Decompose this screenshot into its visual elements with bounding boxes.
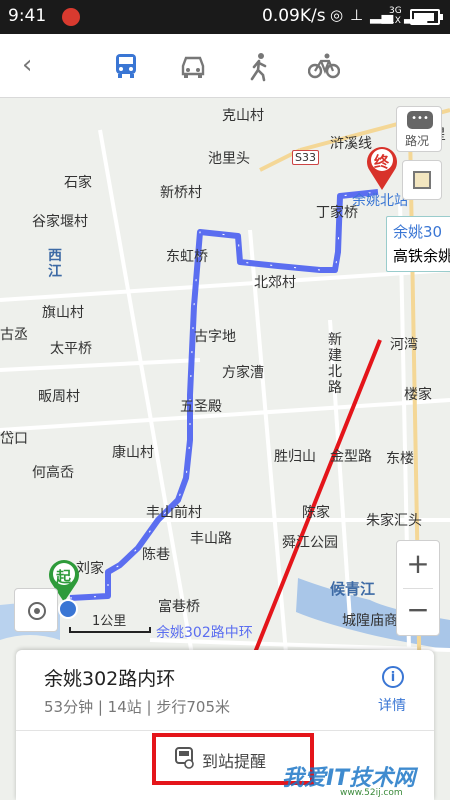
travel-mode-bar: ‹ (0, 34, 450, 98)
place-label: 河湾 (390, 337, 418, 353)
zoom-control: + − (396, 540, 440, 636)
scale-label: 1公里 (92, 614, 127, 629)
watermark-url: www.52ij.com (340, 788, 403, 798)
status-bar: 9:41 0.09K/s ◎ ⊥ ▂▄ 3G1X ▂▄ (0, 0, 450, 34)
place-label: 北郊村 (254, 275, 296, 291)
notification-icon (62, 8, 80, 26)
route-title: 余姚302路内环 (44, 668, 176, 690)
traffic-icon: ••• (407, 111, 433, 129)
road-label: 金型路 (330, 449, 372, 465)
layers-button[interactable] (402, 160, 442, 200)
start-marker-label: 起 (56, 568, 72, 586)
zoom-divider (403, 588, 433, 589)
route-summary: 53分钟 | 14站 | 步行705米 (44, 698, 230, 716)
river-label: 候青江 (330, 580, 376, 598)
place-label: 古丞 (0, 327, 28, 343)
place-label: 东虹桥 (166, 249, 208, 265)
network-type: 3G 1X (389, 6, 402, 26)
zoom-out-button[interactable]: − (397, 593, 439, 626)
divider (16, 730, 434, 731)
car-icon[interactable] (178, 52, 208, 80)
place-label: 新桥村 (160, 185, 202, 201)
road-label: 新建北路 (328, 332, 342, 396)
bus-icon[interactable] (112, 52, 140, 80)
battery-icon (410, 9, 443, 25)
station-popup[interactable]: 余姚30 高铁余姚 (386, 216, 450, 272)
place-label: 谷家堰村 (32, 214, 88, 230)
locate-button[interactable] (14, 588, 58, 632)
route-label: 余姚302路中环 (156, 625, 253, 641)
place-label: 陈家 (302, 505, 330, 521)
highway-shield: S33 (292, 150, 319, 165)
place-label: 五圣殿 (180, 399, 222, 415)
river-label: 西江 (48, 248, 62, 280)
traffic-button[interactable]: ••• 路况 (396, 106, 442, 152)
place-label: 畈周村 (38, 389, 80, 405)
place-label: 岱口 (0, 431, 28, 447)
bike-icon[interactable] (308, 52, 340, 80)
target-icon (28, 602, 46, 620)
walk-icon[interactable] (246, 52, 272, 82)
alarm-icon: ⊥ (350, 6, 364, 24)
place-label: 丰山前村 (146, 505, 202, 521)
place-label: 石家 (64, 175, 92, 191)
place-label: 康山村 (112, 445, 154, 461)
sync-icon: ◎ (330, 6, 344, 24)
my-location-dot (58, 599, 78, 619)
station-label: 余姚北站 (352, 193, 408, 209)
place-label: 池里头 (208, 151, 250, 167)
road-label: 丰山路 (190, 531, 232, 547)
details-link[interactable]: 详情 (378, 695, 406, 715)
layers-icon (413, 171, 431, 189)
place-label: 朱家汇头 (366, 513, 422, 529)
place-label: 富巷桥 (158, 599, 200, 615)
end-marker-label: 终 (374, 153, 390, 171)
place-label: 胜归山 (274, 449, 316, 465)
zoom-in-button[interactable]: + (397, 547, 439, 580)
place-label: 方家漕 (222, 365, 264, 381)
place-label: 东楼 (386, 451, 414, 467)
network-speed: 0.09K/s (262, 6, 326, 26)
place-label: 何高岙 (32, 465, 74, 481)
back-button[interactable]: ‹ (22, 50, 32, 80)
info-icon[interactable]: i (382, 666, 404, 688)
clock: 9:41 (8, 6, 47, 26)
place-label: 楼家 (404, 387, 432, 403)
place-label: 克山村 (222, 108, 264, 124)
park-label: 舜江公园 (282, 535, 338, 551)
place-label: 太平桥 (50, 341, 92, 357)
place-label: 陈巷 (142, 547, 170, 563)
place-label: 旗山村 (42, 305, 84, 321)
place-label: 古字地 (194, 329, 236, 345)
